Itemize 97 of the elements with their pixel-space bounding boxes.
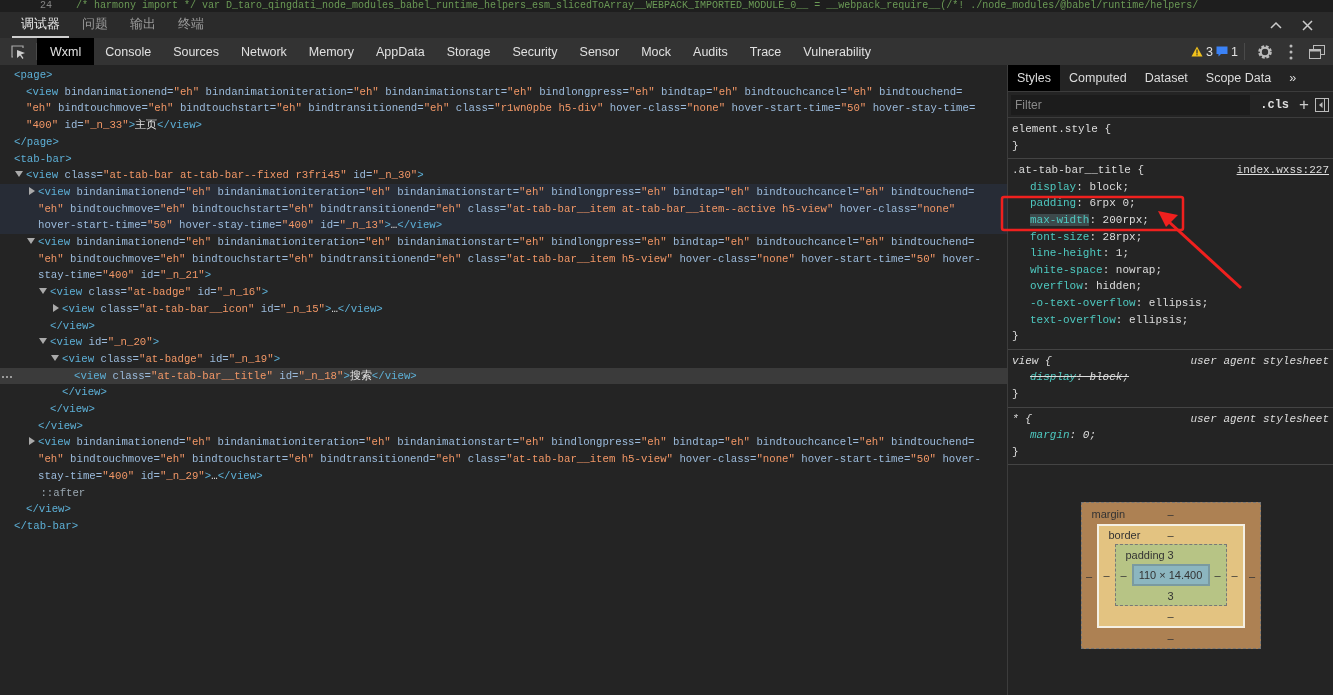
markup-text: <view class="at-tab-bar__icon" id="_n_15">…</view> xyxy=(62,301,383,317)
markup-text: <view class="at-badge" id="_n_16"> xyxy=(50,285,269,301)
css-selector: .at-tab-bar__title { xyxy=(1012,163,1145,179)
css-declaration[interactable]: padding: 6rpx 0; xyxy=(1012,195,1329,212)
markup-text: </view> xyxy=(62,385,107,401)
css-declaration[interactable]: text-overflow: ellipsis; xyxy=(1012,311,1329,329)
css-declaration[interactable]: white-space: nowrap; xyxy=(1012,261,1329,279)
margin-label: margin xyxy=(1090,507,1126,520)
markup-text: <view bindanimationend="eh" bindanimationiteration="eh" bindanimationstart="eh" bindlongpress="eh" bindtap="eh" bindtouchcancel="eh" bindtouchend= "eh" bindtouchmove="eh" bindtouchstart="eh" bindtransitionend="eh" class="at-tab-bar__item h5-view" hover-class="none" hover-start-time="50" hover- stay-time="400" id="_n_29">…</view> xyxy=(38,435,981,484)
box-value: – xyxy=(1166,631,1175,647)
panel-tab[interactable]: 输出 xyxy=(121,12,165,38)
css-declaration[interactable]: overflow: hidden; xyxy=(1012,278,1329,295)
box-value: – xyxy=(1084,569,1094,585)
markup-text: </view> xyxy=(50,318,95,334)
box-value: – xyxy=(1167,507,1174,520)
box-value: – xyxy=(1119,568,1128,584)
css-declaration[interactable]: max-width: 200rpx; xyxy=(1012,211,1329,229)
box-value: – xyxy=(1213,568,1222,584)
css-declaration[interactable]: -o-text-overflow: ellipsis; xyxy=(1012,294,1329,312)
markup-text: <view id="_n_20"> xyxy=(50,335,160,351)
markup-text: <tab-bar> xyxy=(14,151,72,167)
box-value: – xyxy=(1166,609,1175,625)
border-label: border xyxy=(1107,529,1141,542)
box-value: 3 xyxy=(1167,548,1174,561)
toolbar-tab[interactable]: Storage xyxy=(435,38,502,65)
message-icon xyxy=(1216,46,1229,57)
panel-tab[interactable]: 问题 xyxy=(73,12,117,38)
dock-icon[interactable] xyxy=(1309,44,1325,59)
toolbar-tab[interactable]: Network xyxy=(230,38,298,65)
styles-tab[interactable]: Computed xyxy=(1060,65,1136,91)
inspect-icon[interactable] xyxy=(10,43,26,60)
close-icon[interactable] xyxy=(1302,19,1313,31)
css-declaration[interactable]: margin: 0; xyxy=(1012,427,1329,444)
box-value: – xyxy=(1247,569,1257,585)
closing-brace: } xyxy=(1012,444,1020,460)
toolbar-tab[interactable]: Memory xyxy=(297,38,365,65)
toolbar-tab[interactable]: Wxml xyxy=(37,38,95,65)
message-count: 1 xyxy=(1231,44,1238,59)
code-line: /* harmony import */ var D_taro_qingdati_node_modules_babel_runtime_helpers_esm_slicedToArray__WEBPACK_IMPORTED_MODULE_0__ = __webpack_require__(/*! ./node_modules/@babel/runtime/helpers/ xyxy=(76,0,1199,12)
toolbar-tab[interactable]: Console xyxy=(94,38,163,65)
markup-text: <page> xyxy=(14,68,53,83)
css-declaration[interactable]: font-size: 28rpx; xyxy=(1012,228,1329,246)
css-selector: view { xyxy=(1012,353,1052,369)
content-box: 110 × 14.400 xyxy=(1131,564,1210,587)
warning-icon xyxy=(1191,46,1204,57)
box-value: – xyxy=(1167,529,1174,542)
toolbar-tab[interactable]: Sources xyxy=(162,38,230,65)
markup-text: <view class="at-tab-bar at-tab-bar--fixed r3fri45" id="_n_30"> xyxy=(26,168,424,184)
markup-text: <view bindanimationend="eh" bindanimationiteration="eh" bindanimationstart="eh" bindlongpress="eh" bindtap="eh" bindtouchcancel="eh" bindtouchend= "eh" bindtouchmove="eh" bindtouchstart="eh" bindtransitionend="eh" class="at-tab-bar__item at-tab-bar__item--active h5-view" hover-class="none" hover-start-time="50" hover-stay-time="400" id="_n_13">…</view> xyxy=(38,184,975,234)
padding-label: padding xyxy=(1124,548,1165,561)
more-icon[interactable] xyxy=(2,375,12,378)
markup-text: </page> xyxy=(14,134,59,150)
styles-tab[interactable]: Styles xyxy=(1008,65,1061,91)
css-selector: * { xyxy=(1012,411,1032,427)
settings-icon[interactable] xyxy=(1257,43,1273,60)
line-number: 24 xyxy=(40,0,52,12)
css-declaration[interactable]: display: block; xyxy=(1012,369,1329,386)
closing-brace: } xyxy=(1012,138,1020,154)
toolbar-tab[interactable]: Trace xyxy=(738,38,793,65)
toolbar-tab[interactable]: Vulnerability xyxy=(792,38,882,65)
markup-text: </view> xyxy=(38,418,83,434)
styles-tab[interactable]: Dataset xyxy=(1135,65,1197,91)
markup-text: </view> xyxy=(50,402,95,418)
toolbar-tab[interactable]: AppData xyxy=(365,38,436,65)
add-rule-button[interactable]: + xyxy=(1299,96,1309,113)
cls-button[interactable]: .cls xyxy=(1256,97,1294,112)
filter-field[interactable]: Filter xyxy=(1011,94,1251,115)
more-tabs-button[interactable]: » xyxy=(1280,65,1306,91)
selected-row[interactable]: <view class="at-tab-bar__title" id="_n_18">搜索</view> xyxy=(0,367,1007,385)
pseudo-element: ::after xyxy=(40,485,86,501)
more-options-icon[interactable] xyxy=(1289,43,1293,60)
box-value: 3 xyxy=(1166,588,1175,604)
chevron-up-icon[interactable] xyxy=(1270,21,1282,29)
panel-tab[interactable]: 终端 xyxy=(169,12,213,38)
sidebar-toggle-icon[interactable] xyxy=(1315,97,1329,112)
css-declaration[interactable]: line-height: 1; xyxy=(1012,245,1329,262)
markup-text: </view> xyxy=(26,502,71,518)
markup-text: <view bindanimationend="eh" bindanimationiteration="eh" bindanimationstart="eh" bindlongpress="eh" bindtap="eh" bindtouchcancel="eh" bindtouchend= "eh" bindtouchmove="eh" bindtouchstart="eh" bindtransitionend="eh" class="at-tab-bar__item h5-view" hover-class="none" hover-start-time="50" hover- stay-time="400" id="_n_21"> xyxy=(38,235,981,284)
box-value: – xyxy=(1230,568,1239,584)
markup-text: <view class="at-badge" id="_n_19"> xyxy=(62,351,281,367)
css-selector: element.style { xyxy=(1012,122,1112,137)
warning-count: 3 xyxy=(1206,44,1214,59)
closing-brace: } xyxy=(1012,386,1020,402)
markup-text: </tab-bar> xyxy=(14,519,79,534)
css-declaration[interactable]: display: block; xyxy=(1012,178,1329,196)
closing-brace: } xyxy=(1012,329,1020,345)
toolbar-tab[interactable]: Audits xyxy=(682,38,739,65)
toolbar-tab[interactable]: Security xyxy=(501,38,569,65)
markup-text: <view bindanimationend="eh" bindanimationiteration="eh" bindanimationstart="eh" bindlongpress="eh" bindtap="eh" bindtouchcancel="eh" bindtouchend= "eh" bindtouchmove="eh" bindtouchstart="eh" bindtransitionend="eh" class="r1wn0pbe h5-div" hover-class="none" hover-start-time="50" hover-stay-time= "400" id="_n_33">主页</view> xyxy=(26,84,976,134)
toolbar-tab[interactable]: Sensor xyxy=(568,38,631,65)
source-label: user agent stylesheet xyxy=(1190,353,1329,369)
markup-text: <view class="at-tab-bar__title" id="_n_18">搜索</view> xyxy=(74,368,417,384)
source-link[interactable]: index.wxss:227 xyxy=(1236,162,1329,179)
styles-tab[interactable]: Scope Data xyxy=(1196,65,1281,91)
box-value: – xyxy=(1102,568,1111,584)
toolbar-tab[interactable]: Mock xyxy=(630,38,683,65)
source-label: user agent stylesheet xyxy=(1190,411,1329,427)
